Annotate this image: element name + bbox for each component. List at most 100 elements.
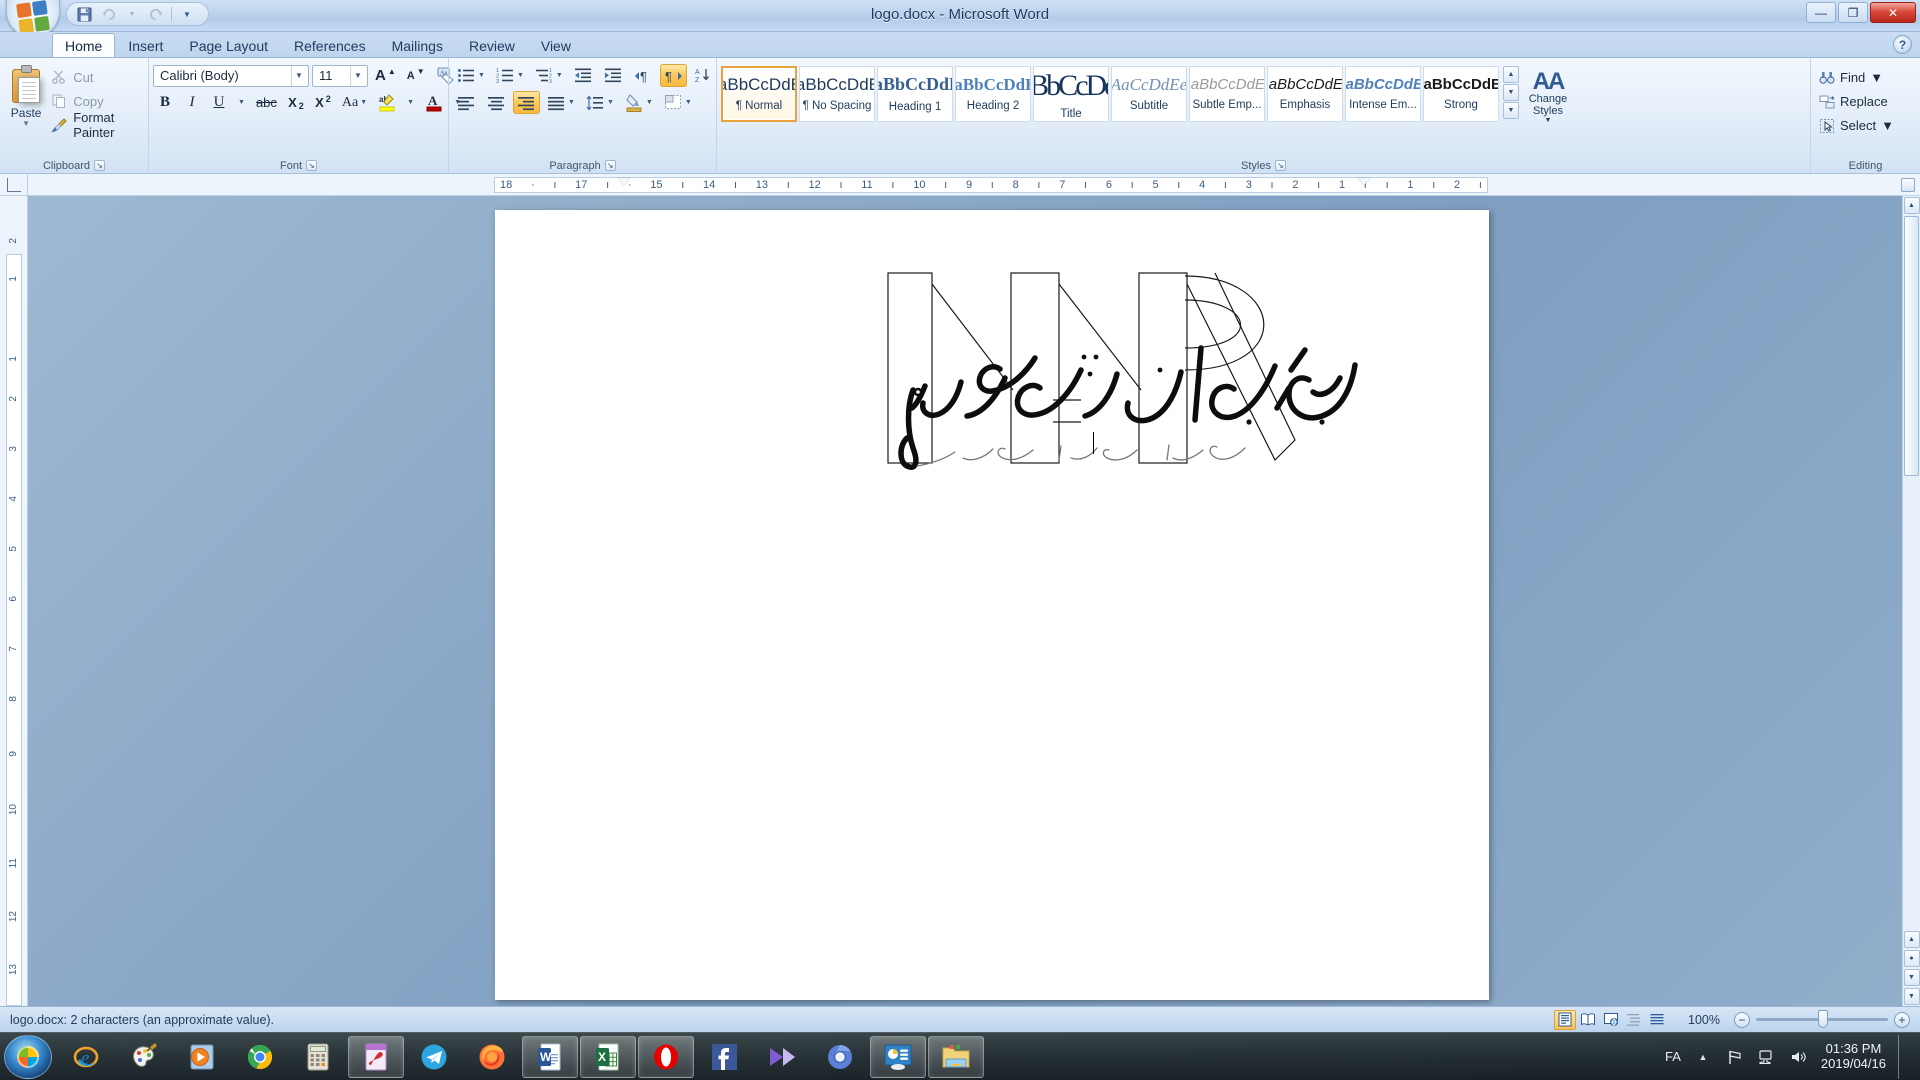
decrease-indent-button[interactable]	[570, 64, 597, 87]
taskbar-item-firefox[interactable]	[464, 1036, 520, 1078]
cut-button[interactable]: Cut	[48, 66, 144, 88]
action-center-flag-icon[interactable]	[1725, 1047, 1745, 1067]
change-case-button[interactable]: Aa ▼	[338, 91, 371, 114]
show-desktop-button[interactable]	[1898, 1034, 1910, 1079]
taskbar-item-paint[interactable]	[116, 1036, 172, 1078]
justify-button[interactable]: ▼	[543, 91, 579, 114]
center-button[interactable]	[483, 91, 510, 114]
taskbar-item-media-player-classic[interactable]	[754, 1036, 810, 1078]
redo-icon[interactable]	[145, 4, 167, 24]
document-page[interactable]	[495, 210, 1489, 1000]
style-intense-emphasis[interactable]: AaBbCcDdEe Intense Em...	[1345, 66, 1421, 122]
vertical-ruler[interactable]: 2 1 1 2 3 4 5 6 7 8 9 10 11 12 13	[0, 196, 28, 1006]
show-hidden-icons-icon[interactable]: ▲	[1693, 1047, 1713, 1067]
logo-image[interactable]	[885, 270, 1385, 510]
ruler-options[interactable]	[1896, 174, 1920, 195]
zoom-slider-track[interactable]	[1756, 1010, 1888, 1028]
align-right-button[interactable]	[513, 91, 540, 114]
clock[interactable]: 01:36 PM 2019/04/16	[1821, 1041, 1886, 1072]
underline-button[interactable]: U	[207, 91, 231, 114]
taskbar-item-microsoft-word[interactable]: W	[522, 1035, 578, 1078]
scroll-up-icon[interactable]: ▲	[1903, 197, 1920, 214]
select-browse-object-icon[interactable]: ●	[1903, 950, 1920, 967]
taskbar-item-control-panel[interactable]	[870, 1035, 926, 1078]
clipboard-dialog-launcher[interactable]: ↘	[94, 160, 106, 171]
language-indicator[interactable]: FA	[1665, 1049, 1681, 1064]
chevron-down-icon[interactable]: ▼	[350, 65, 365, 86]
highlight-dropdown[interactable]: ▼	[403, 91, 418, 114]
style-no-spacing[interactable]: AaBbCcDdEe ¶ No Spacing	[799, 66, 875, 122]
first-line-indent-marker[interactable]	[1358, 178, 1370, 185]
zoom-level-label[interactable]: 100%	[1676, 1013, 1720, 1027]
superscript-button[interactable]: X2	[311, 91, 335, 114]
tab-home[interactable]: Home	[52, 33, 116, 57]
horizontal-ruler[interactable]: 18 · ı 17 ı · 15 ı 14 ı 13 ı 12 ı 11 ı 1…	[28, 174, 1896, 195]
close-button[interactable]: ✕	[1870, 2, 1916, 23]
bullets-button[interactable]: ▼	[453, 64, 489, 87]
style-heading-2[interactable]: AaBbCcDdEe Heading 2	[955, 66, 1031, 122]
taskbar-item-windows-media-player[interactable]	[174, 1036, 230, 1078]
taskbar-item-facebook[interactable]	[696, 1036, 752, 1078]
customize-quick-access-icon[interactable]: ▼	[176, 4, 198, 24]
style-subtitle[interactable]: AaCcDdEe Subtitle	[1111, 66, 1187, 122]
zoom-in-button[interactable]: +	[1894, 1011, 1910, 1028]
style-emphasis[interactable]: AaBbCcDdEe Emphasis	[1267, 66, 1343, 122]
strikethrough-button[interactable]: abc	[252, 91, 281, 114]
text-highlight-color-button[interactable]: ab	[374, 91, 400, 114]
multilevel-list-button[interactable]: 123 ▼	[531, 64, 567, 87]
ltr-text-direction-button[interactable]: ¶	[630, 64, 657, 87]
style-strong[interactable]: AaBbCcDdEe Strong	[1423, 66, 1499, 122]
paste-button[interactable]: Paste ▼	[4, 61, 48, 128]
bold-button[interactable]: B	[153, 91, 177, 114]
font-name-combo[interactable]: Calibri (Body) ▼	[153, 64, 309, 87]
format-painter-button[interactable]: Format Painter	[48, 110, 144, 140]
next-page-icon[interactable]: ▼	[1903, 969, 1920, 986]
font-color-button[interactable]: A	[421, 91, 447, 114]
borders-button[interactable]: ▼	[660, 91, 696, 114]
zoom-slider-thumb[interactable]	[1818, 1010, 1828, 1028]
taskbar-item-chromium[interactable]	[812, 1036, 868, 1078]
taskbar-item-adobe-acrobat[interactable]	[348, 1035, 404, 1078]
taskbar-item-internet-explorer[interactable]: e	[58, 1036, 114, 1078]
tab-insert[interactable]: Insert	[115, 33, 176, 57]
line-spacing-button[interactable]: ▼	[582, 91, 618, 114]
change-styles-button[interactable]: AA Change Styles ▼	[1519, 66, 1577, 125]
style-normal[interactable]: AaBbCcDdEe ¶ Normal	[721, 66, 797, 122]
styles-dialog-launcher[interactable]: ↘	[1274, 160, 1286, 171]
font-size-combo[interactable]: 11 ▼	[312, 64, 368, 87]
tab-review[interactable]: Review	[456, 33, 528, 57]
undo-icon[interactable]	[97, 4, 119, 24]
zoom-out-button[interactable]: −	[1734, 1011, 1750, 1028]
help-icon[interactable]: ?	[1893, 35, 1912, 54]
taskbar-item-calculator[interactable]	[290, 1036, 346, 1078]
minimize-button[interactable]: —	[1806, 2, 1836, 23]
taskbar-item-opera[interactable]	[638, 1035, 694, 1078]
taskbar-item-google-chrome[interactable]	[232, 1036, 288, 1078]
vertical-scrollbar[interactable]: ▲ ▲ ● ▼ ▼	[1902, 196, 1920, 1006]
print-layout-view-button[interactable]	[1554, 1009, 1576, 1030]
underline-dropdown[interactable]: ▼	[234, 91, 249, 114]
save-icon[interactable]	[73, 4, 95, 24]
tab-page-layout[interactable]: Page Layout	[176, 33, 281, 57]
grow-font-button[interactable]: A ▲	[371, 64, 400, 87]
align-left-button[interactable]	[453, 91, 480, 114]
outline-view-button[interactable]	[1623, 1010, 1645, 1030]
tab-stop-selector[interactable]	[0, 174, 28, 195]
increase-indent-button[interactable]	[600, 64, 627, 87]
replace-button[interactable]: Replace	[1815, 91, 1892, 112]
volume-icon[interactable]	[1789, 1047, 1809, 1067]
start-button[interactable]	[4, 1034, 52, 1079]
tab-view[interactable]: View	[528, 33, 584, 57]
chevron-down-icon[interactable]: ▼	[291, 65, 306, 86]
taskbar-item-windows-explorer[interactable]	[928, 1035, 984, 1078]
copy-button[interactable]: Copy	[48, 90, 144, 112]
gallery-more-icon[interactable]: ▼	[1503, 102, 1519, 119]
taskbar-item-microsoft-excel[interactable]: X	[580, 1035, 636, 1078]
gallery-scroll-down-icon[interactable]: ▼	[1503, 84, 1519, 101]
taskbar-item-telegram[interactable]	[406, 1036, 462, 1078]
tab-references[interactable]: References	[281, 33, 379, 57]
left-indent-marker[interactable]	[618, 178, 630, 185]
shading-button[interactable]: ▼	[621, 91, 657, 114]
tab-mailings[interactable]: Mailings	[379, 33, 456, 57]
web-layout-view-button[interactable]	[1600, 1010, 1622, 1030]
